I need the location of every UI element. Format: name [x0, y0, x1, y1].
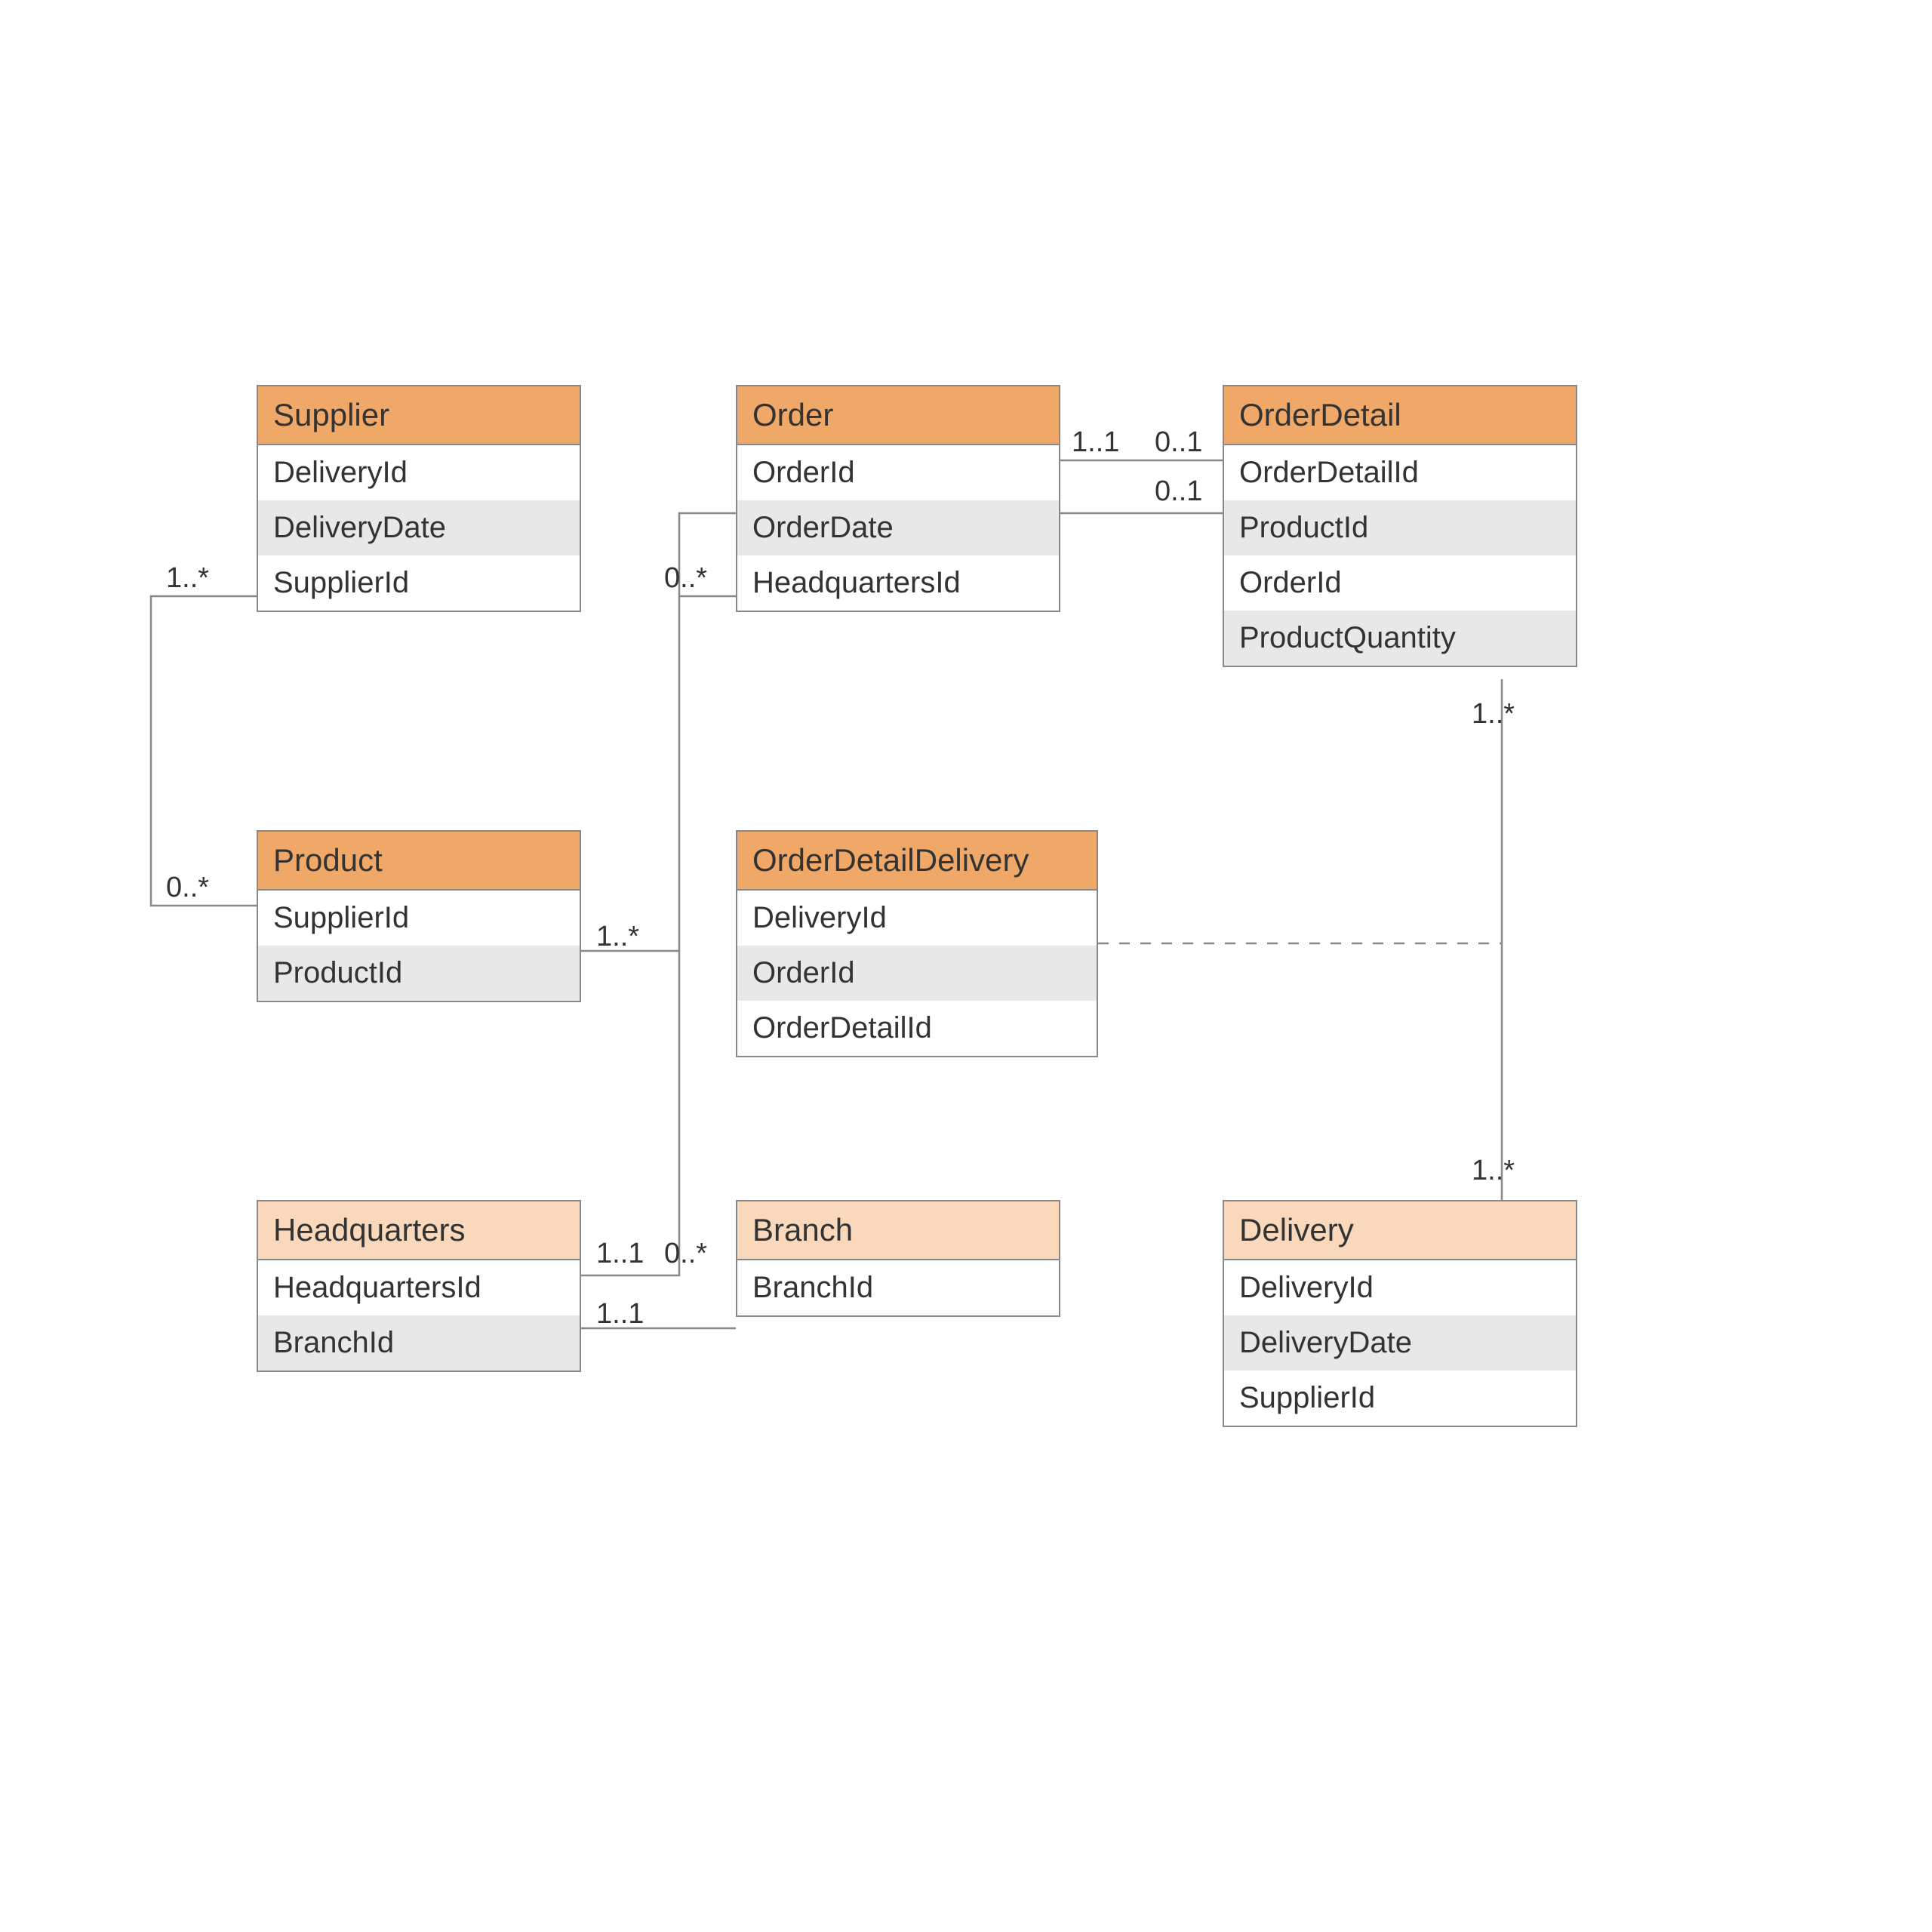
multiplicity-label: 1..1: [1072, 426, 1119, 459]
entity-order: Order OrderId OrderDate HeadquartersId: [736, 385, 1060, 612]
entity-attr: OrderDetailId: [737, 1001, 1097, 1056]
entity-attr: DeliveryId: [258, 445, 580, 500]
multiplicity-label: 1..*: [596, 921, 639, 953]
entity-branch: Branch BranchId: [736, 1200, 1060, 1317]
entity-title: Headquarters: [258, 1201, 580, 1260]
entity-attr: DeliveryDate: [258, 500, 580, 555]
entity-attr: ProductId: [1224, 500, 1576, 555]
multiplicity-label: 0..*: [166, 872, 209, 904]
multiplicity-label: 1..*: [166, 562, 209, 595]
multiplicity-label: 1..1: [596, 1298, 644, 1331]
multiplicity-label: 1..1: [596, 1238, 644, 1270]
entity-attr: HeadquartersId: [258, 1260, 580, 1315]
entity-title: OrderDetail: [1224, 386, 1576, 445]
entity-order-detail-delivery: OrderDetailDelivery DeliveryId OrderId O…: [736, 830, 1098, 1057]
multiplicity-label: 0..1: [1155, 426, 1202, 459]
entity-attr: HeadquartersId: [737, 555, 1059, 611]
multiplicity-label: 1..*: [1472, 698, 1515, 731]
entity-attr: DeliveryId: [737, 891, 1097, 946]
entity-attr: SupplierId: [1224, 1371, 1576, 1426]
entity-attr: DeliveryDate: [1224, 1315, 1576, 1371]
entity-attr: OrderId: [737, 946, 1097, 1001]
entity-attr: SupplierId: [258, 555, 580, 611]
entity-title: Branch: [737, 1201, 1059, 1260]
entity-attr: OrderDate: [737, 500, 1059, 555]
multiplicity-label: 0..*: [664, 1238, 707, 1270]
entity-headquarters: Headquarters HeadquartersId BranchId: [257, 1200, 581, 1372]
entity-supplier: Supplier DeliveryId DeliveryDate Supplie…: [257, 385, 581, 612]
entity-attr: SupplierId: [258, 891, 580, 946]
entity-attr: ProductId: [258, 946, 580, 1001]
er-diagram-canvas: Supplier DeliveryId DeliveryDate Supplie…: [0, 0, 1932, 1932]
entity-title: OrderDetailDelivery: [737, 832, 1097, 891]
entity-attr: DeliveryId: [1224, 1260, 1576, 1315]
entity-attr: ProductQuantity: [1224, 611, 1576, 666]
entity-product: Product SupplierId ProductId: [257, 830, 581, 1002]
multiplicity-label: 1..*: [1472, 1155, 1515, 1187]
entity-title: Order: [737, 386, 1059, 445]
entity-attr: OrderId: [737, 445, 1059, 500]
entity-title: Supplier: [258, 386, 580, 445]
entity-title: Product: [258, 832, 580, 891]
entity-attr: OrderId: [1224, 555, 1576, 611]
entity-attr: OrderDetailId: [1224, 445, 1576, 500]
entity-order-detail: OrderDetail OrderDetailId ProductId Orde…: [1223, 385, 1577, 667]
entity-title: Delivery: [1224, 1201, 1576, 1260]
entity-attr: BranchId: [737, 1260, 1059, 1315]
entity-delivery: Delivery DeliveryId DeliveryDate Supplie…: [1223, 1200, 1577, 1427]
multiplicity-label: 0..*: [664, 562, 707, 595]
entity-attr: BranchId: [258, 1315, 580, 1371]
multiplicity-label: 0..1: [1155, 475, 1202, 508]
